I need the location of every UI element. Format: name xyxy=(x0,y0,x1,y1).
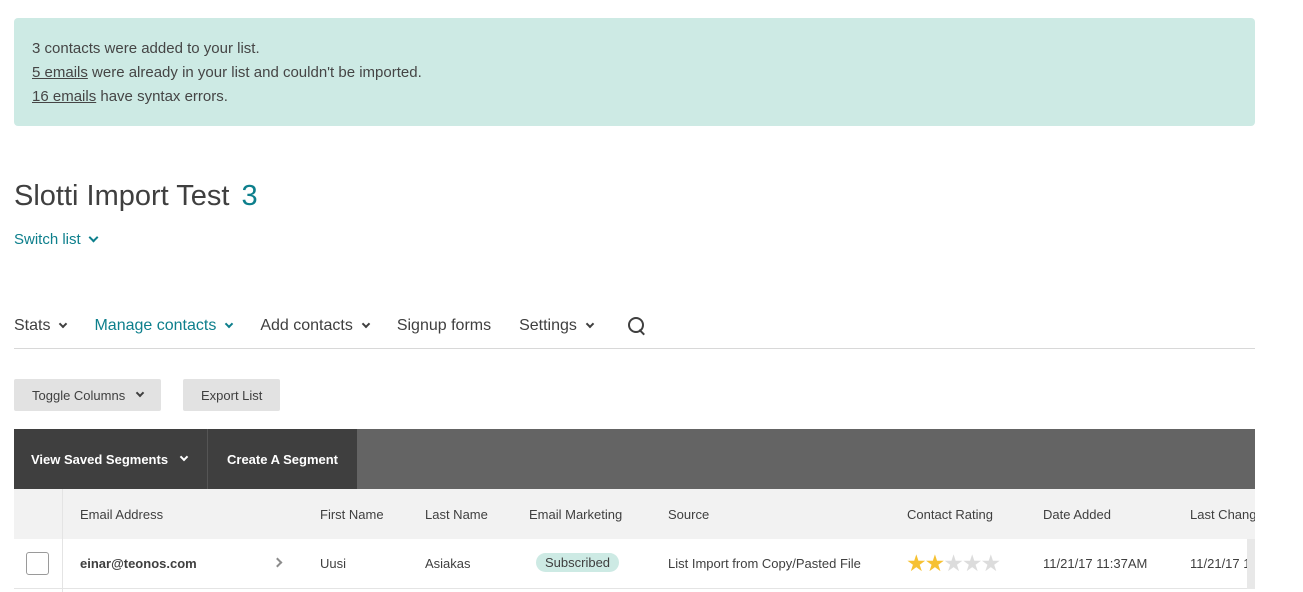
star-empty-icon[interactable]: ★ xyxy=(981,550,1002,576)
notice-syntax-text: have syntax errors. xyxy=(96,88,228,105)
toggle-columns-button[interactable]: Toggle Columns xyxy=(14,379,162,411)
toggle-columns-label: Toggle Columns xyxy=(32,387,126,403)
notice-syntax-line: 16 emails have syntax errors. xyxy=(32,85,1237,109)
table-header: Email Address First Name Last Name Email… xyxy=(14,489,1255,539)
column-header-email-marketing[interactable]: Email Marketing xyxy=(529,507,622,522)
syntax-errors-link[interactable]: 16 emails xyxy=(32,88,96,105)
status-badge: Subscribed xyxy=(536,553,620,572)
duplicate-emails-link[interactable]: 5 emails xyxy=(32,64,88,81)
export-list-label: Export List xyxy=(201,387,263,403)
chevron-down-icon xyxy=(585,319,595,329)
tab-settings[interactable]: Settings xyxy=(519,306,595,346)
contact-rating-stars[interactable]: ★★★★★ xyxy=(906,550,1002,576)
notice-duplicates-text: were already in your list and couldn't b… xyxy=(87,64,422,81)
list-nav-tabs: Stats Manage contacts Add contacts Signu… xyxy=(14,304,1255,349)
star-filled-icon[interactable]: ★ xyxy=(925,550,946,576)
chevron-down-icon xyxy=(361,319,371,329)
contacts-table: Email Address First Name Last Name Email… xyxy=(14,489,1255,592)
column-header-last-name[interactable]: Last Name xyxy=(425,507,488,522)
column-divider xyxy=(62,489,63,592)
star-empty-icon[interactable]: ★ xyxy=(943,550,964,576)
page-title: Slotti Import Test xyxy=(14,180,230,212)
switch-list-label: Switch list xyxy=(14,231,81,248)
chevron-right-icon[interactable] xyxy=(272,557,283,568)
chevron-down-icon xyxy=(225,319,234,329)
scroll-edge xyxy=(1247,539,1255,589)
row-select-checkbox[interactable] xyxy=(26,552,49,575)
row-email[interactable]: einar@teonos.com xyxy=(80,556,197,571)
row-last-name: Asiakas xyxy=(425,556,471,571)
star-filled-icon[interactable]: ★ xyxy=(906,550,927,576)
chevron-down-icon xyxy=(88,232,99,243)
search-icon[interactable] xyxy=(627,316,647,336)
star-empty-icon[interactable]: ★ xyxy=(962,550,983,576)
tab-add-contacts[interactable]: Add contacts xyxy=(260,306,371,346)
tab-stats-label: Stats xyxy=(14,317,51,334)
view-saved-segments-button[interactable]: View Saved Segments xyxy=(14,429,208,489)
row-date-added: 11/21/17 11:37AM xyxy=(1043,556,1148,571)
tab-signup-forms-label: Signup forms xyxy=(396,317,492,334)
column-header-first-name[interactable]: First Name xyxy=(320,507,384,522)
column-header-source[interactable]: Source xyxy=(668,507,709,522)
notice-added-line: 3 contacts were added to your list. xyxy=(32,40,260,57)
column-header-date-added[interactable]: Date Added xyxy=(1043,507,1111,522)
tab-manage-contacts-label: Manage contacts xyxy=(94,317,217,334)
chevron-down-icon xyxy=(135,388,145,398)
contact-count: 3 xyxy=(241,180,258,212)
import-result-notice: 3 contacts were added to your list. 5 em… xyxy=(14,18,1255,126)
switch-list-dropdown[interactable]: Switch list xyxy=(14,231,99,248)
export-list-button[interactable]: Export List xyxy=(183,379,281,411)
row-last-changed: 11/21/17 1 xyxy=(1190,556,1251,571)
row-source: List Import from Copy/Pasted File xyxy=(668,556,861,571)
segment-bar: View Saved Segments Create A Segment xyxy=(14,429,1255,489)
tab-settings-label: Settings xyxy=(519,317,577,334)
column-header-email[interactable]: Email Address xyxy=(80,507,163,522)
row-first-name: Uusi xyxy=(320,556,347,571)
tab-stats[interactable]: Stats xyxy=(14,306,68,346)
tab-signup-forms[interactable]: Signup forms xyxy=(397,306,491,346)
create-segment-button[interactable]: Create A Segment xyxy=(208,429,357,489)
notice-duplicates-line: 5 emails were already in your list and c… xyxy=(32,61,1237,85)
chevron-down-icon xyxy=(179,452,189,462)
view-saved-segments-label: View Saved Segments xyxy=(31,451,169,467)
column-header-contact-rating[interactable]: Contact Rating xyxy=(907,507,993,522)
tab-add-contacts-label: Add contacts xyxy=(260,317,353,334)
create-segment-label: Create A Segment xyxy=(227,451,339,467)
tab-manage-contacts[interactable]: Manage contacts xyxy=(94,306,234,346)
list-header: Slotti Import Test 3 xyxy=(14,180,258,213)
chevron-down-icon xyxy=(59,319,68,329)
table-row[interactable]: einar@teonos.com Uusi Asiakas Subscribed… xyxy=(14,539,1255,589)
column-header-last-changed[interactable]: Last Chang xyxy=(1190,507,1255,522)
